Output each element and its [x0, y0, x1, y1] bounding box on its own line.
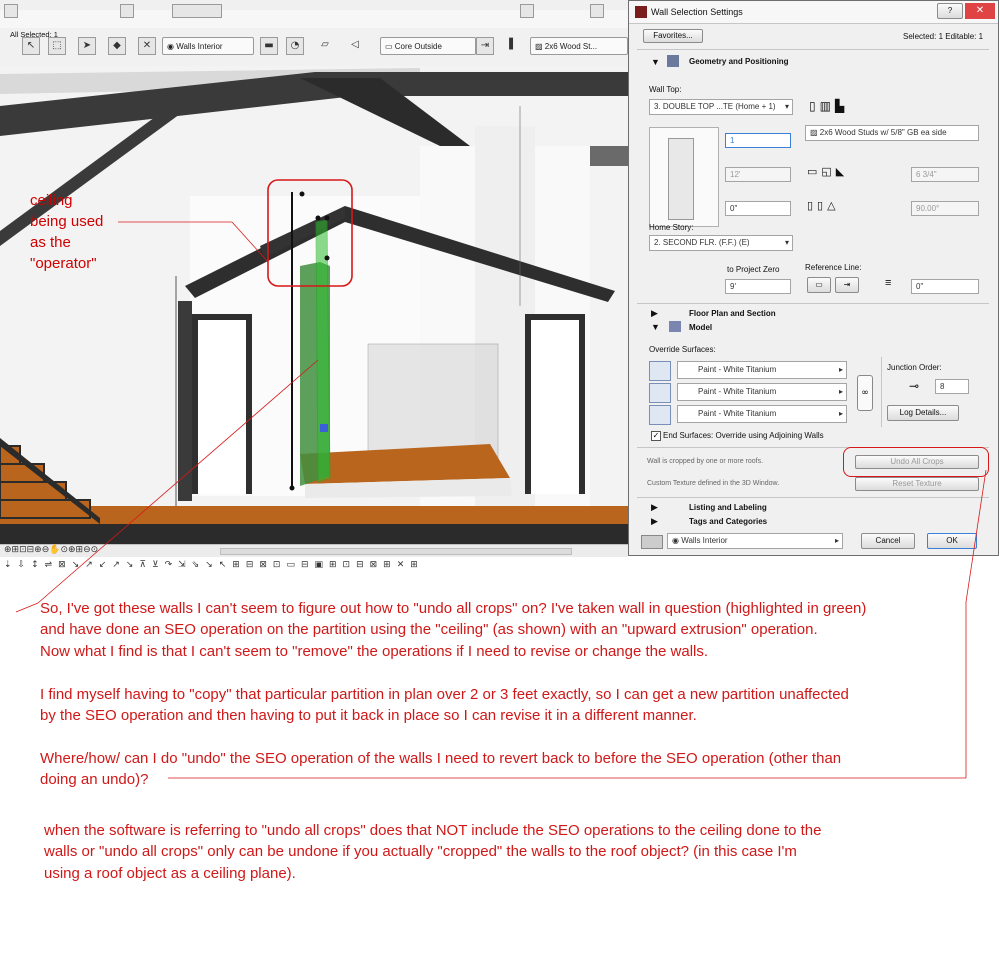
annotation-line: and have done an SEO operation on the pa…	[40, 621, 818, 639]
annotation-line: I find myself having to "copy" that part…	[40, 685, 849, 703]
annotation-line: So, I've got these walls I can't seem to…	[40, 600, 867, 617]
annotation-line	[40, 726, 866, 747]
annotation-line: Where/how/ can I do "undo" the SEO opera…	[40, 749, 842, 767]
annotation-line: doing an undo)?	[40, 771, 149, 789]
question-line: walls or "undo all crops" only can be un…	[44, 843, 797, 861]
annotation-line: Now what I find is that I can't seem to …	[40, 642, 709, 660]
followup-question: when the software is referring to "undo …	[44, 820, 822, 884]
question-line: when the software is referring to "undo …	[44, 822, 822, 839]
annotation-line: by the SEO operation and then having to …	[40, 707, 697, 725]
question-annotation: So, I've got these walls I can't seem to…	[40, 598, 866, 791]
question-line: using a roof object as a ceiling plane).	[44, 864, 296, 882]
annotation-line	[40, 662, 866, 683]
